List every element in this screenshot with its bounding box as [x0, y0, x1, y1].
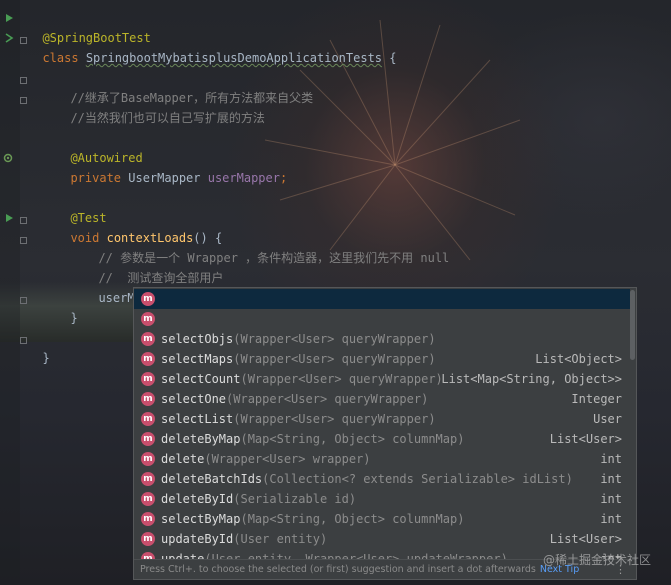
keyword-class: class: [42, 51, 79, 65]
completion-item-deleteByMap[interactable]: m deleteByMap(Map<String, Object> column…: [134, 389, 630, 466]
semicolon: ;: [279, 171, 288, 185]
close-brace-method: }: [70, 311, 78, 325]
watermark: @稀土掘金技术社区: [542, 553, 651, 567]
code-line-1[interactable]: @SpringBootTest: [28, 8, 150, 45]
method-icon: m: [141, 512, 155, 526]
completion-item-selectMaps[interactable]: m selectMaps(Wrapper<User> queryWrapper)…: [134, 309, 630, 386]
run-test-class-arrow-icon[interactable]: [4, 33, 14, 43]
run-test-class-icon[interactable]: [4, 13, 14, 23]
method-icon: m: [141, 352, 155, 366]
completion-item-updateById[interactable]: m updateById(User entity) int: [134, 489, 630, 566]
completion-item-selectByMap[interactable]: m selectByMap(Map<String, Object> column…: [134, 469, 630, 546]
completion-item-deleteBatchIds[interactable]: m deleteBatchIds(Collection<? extends Se…: [134, 429, 630, 506]
completion-item-selectObjs[interactable]: m selectObjs(Wrapper<User> queryWrapper)…: [134, 289, 630, 366]
code-line-15[interactable]: }: [56, 288, 77, 325]
code-line-4[interactable]: //继承了BaseMapper，所有方法都来自父类: [56, 68, 313, 105]
code-line-11[interactable]: void contextLoads() {: [56, 208, 222, 245]
fold-marker[interactable]: [20, 237, 27, 244]
fold-marker[interactable]: [20, 217, 27, 224]
fold-marker[interactable]: [20, 337, 27, 344]
bean-navigation-icon[interactable]: [3, 153, 13, 163]
method-icon: m: [141, 452, 155, 466]
completion-item-selectOne[interactable]: m selectOne(Wrapper<User> queryWrapper) …: [134, 349, 630, 426]
fold-marker[interactable]: [20, 97, 27, 104]
completion-item-selectCount[interactable]: m selectCount(Wrapper<User> queryWrapper…: [134, 329, 630, 406]
code-line-13[interactable]: // 测试查询全部用户: [84, 248, 223, 285]
field-usermapper: userMapper: [207, 171, 280, 185]
completion-item-deleteById[interactable]: m deleteById(Serializable id) int: [134, 449, 630, 526]
completion-item-update[interactable]: m update(User entity, Wrapper<User> upda…: [134, 509, 630, 579]
method-icon: m: [141, 332, 155, 346]
open-brace: {: [382, 51, 397, 65]
fold-marker[interactable]: [20, 77, 27, 84]
code-line-17[interactable]: }: [28, 328, 49, 365]
editor-gutter: [0, 0, 20, 585]
method-icon: m: [141, 312, 155, 326]
method-icon: m: [141, 532, 155, 546]
run-test-method-icon[interactable]: [4, 213, 14, 223]
class-name: SpringbootMybatisplusDemoApplicationTest…: [85, 51, 383, 65]
code-line-2[interactable]: class SpringbootMybatisplusDemoApplicati…: [28, 28, 396, 65]
code-line-5[interactable]: //当然我们也可以自己写扩展的方法: [56, 88, 264, 125]
fold-marker[interactable]: [20, 37, 27, 44]
code-completion-popup[interactable]: m selectObjs(Wrapper<User> queryWrapper)…: [133, 287, 637, 580]
method-icon: m: [141, 472, 155, 486]
comment-extend-methods: //当然我们也可以自己写扩展的方法: [70, 111, 265, 125]
method-icon: m: [141, 392, 155, 406]
code-line-12[interactable]: // 参数是一个 Wrapper ，条件构造器，这里我们先不用 null: [84, 228, 449, 265]
code-line-7[interactable]: @Autowired: [56, 128, 142, 165]
fold-marker[interactable]: [20, 297, 27, 304]
method-icon: m: [141, 372, 155, 386]
code-line-10[interactable]: @Test: [56, 188, 106, 225]
completion-scrollbar[interactable]: [630, 290, 635, 360]
close-brace-class: }: [42, 351, 50, 365]
code-line-14[interactable]: userMapper.: [84, 268, 177, 305]
completion-item-delete[interactable]: m delete(Wrapper<User> wrapper) int: [134, 409, 630, 486]
method-icon: m: [141, 412, 155, 426]
completion-item-selectList[interactable]: m selectList(Wrapper<User> queryWrapper)…: [134, 369, 630, 446]
completion-tip-text: Press Ctrl+. to choose the selected (or …: [140, 564, 536, 575]
completion-item-equals[interactable]: m equals(Object obj) boolean: [134, 529, 630, 579]
method-icon: m: [141, 432, 155, 446]
method-icon: m: [141, 492, 155, 506]
type-usermapper: UserMapper: [121, 171, 208, 185]
keyword-private: private: [70, 171, 122, 185]
method-icon: m: [141, 292, 155, 306]
code-line-8[interactable]: private UserMapper userMapper;: [56, 148, 287, 185]
